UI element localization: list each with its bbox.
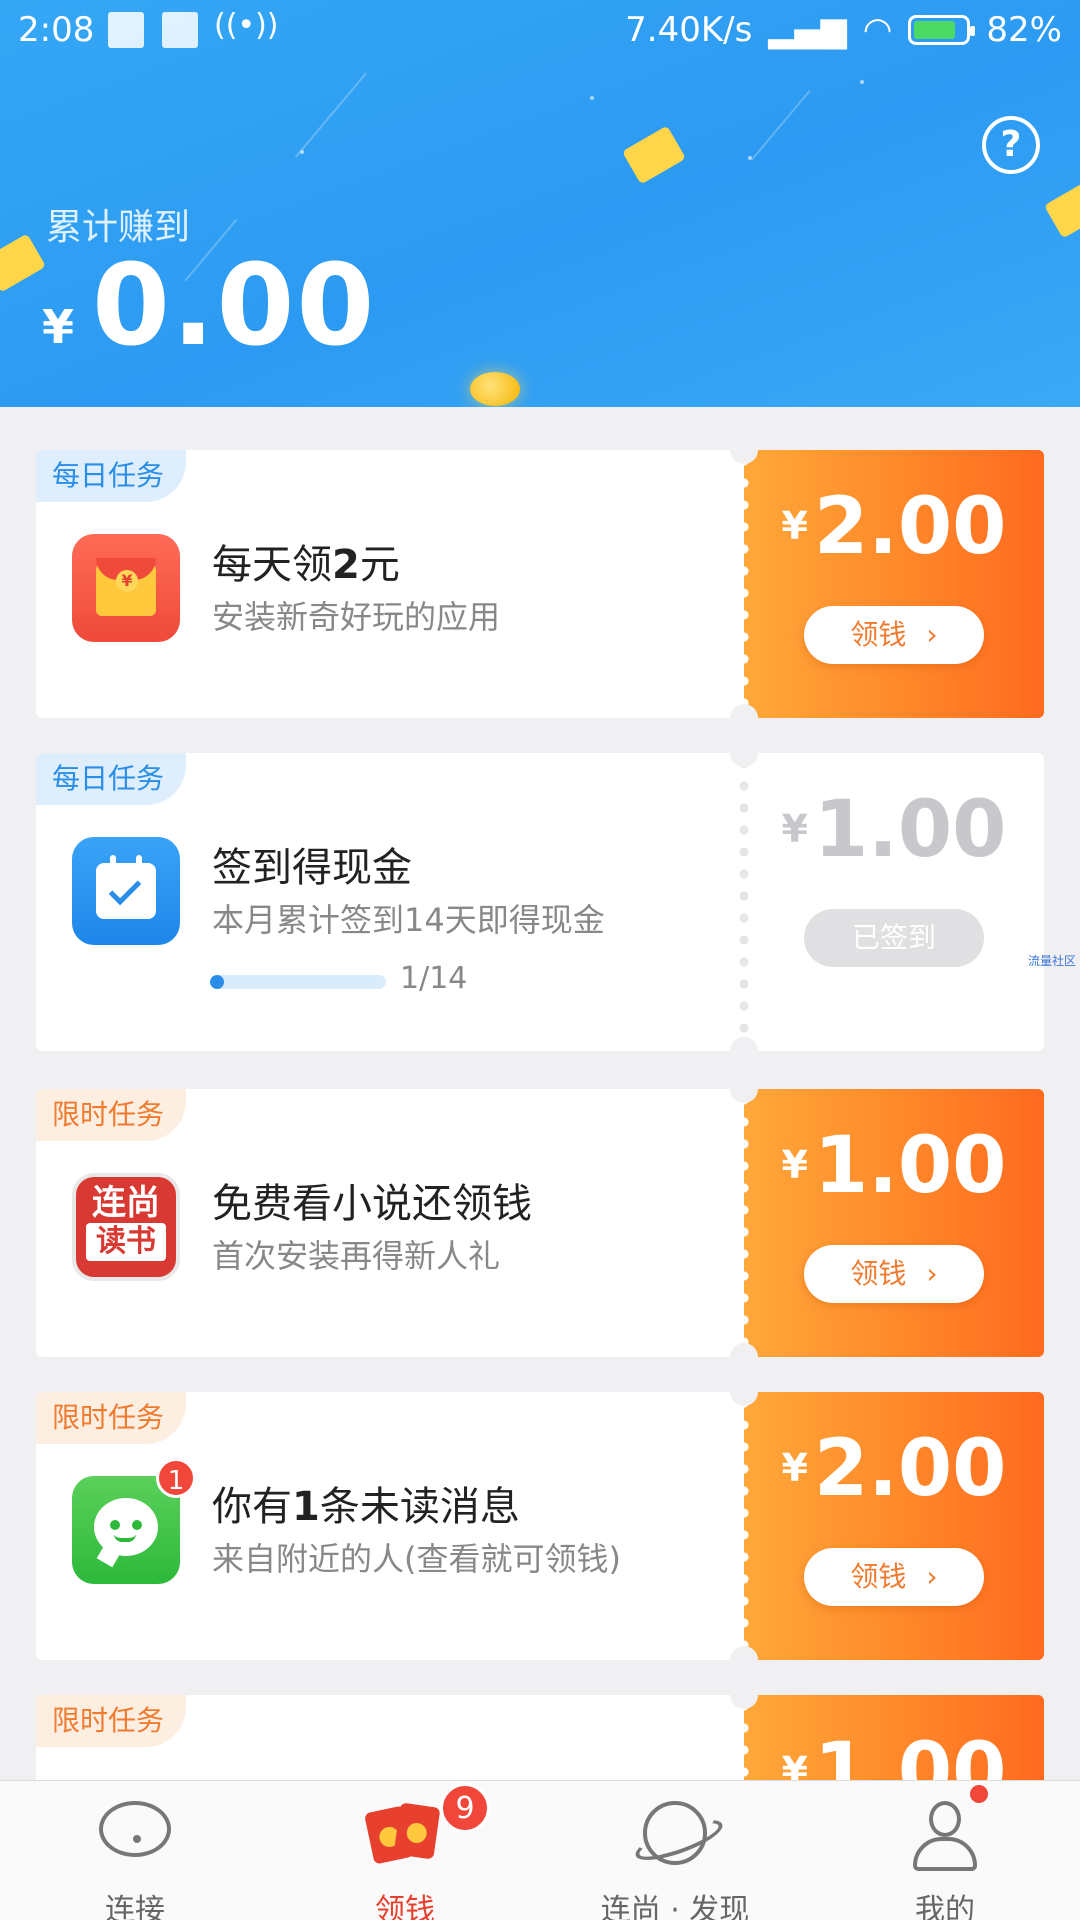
- notification-dot: [970, 1785, 988, 1803]
- wifi-status-icon: ◠: [862, 10, 893, 50]
- nav-label: 连尚 · 发现: [600, 1893, 750, 1920]
- unread-badge: 1: [156, 1458, 196, 1498]
- task-tag: 每日任务: [36, 450, 187, 502]
- nav-connect[interactable]: 连接: [0, 1781, 270, 1920]
- network-speed: 7.40K/s: [625, 10, 753, 50]
- nav-badge: 9: [440, 1783, 490, 1833]
- task-title: 签到得现金: [212, 845, 412, 891]
- reward-panel: ¥1.00: [738, 1695, 1044, 1780]
- reward-amount: ¥2.00: [781, 1424, 1007, 1514]
- task-card-partial[interactable]: 限时任务 ¥1.00: [36, 1695, 1044, 1780]
- task-title: 每天领2元: [212, 542, 400, 588]
- task-tag: 每日任务: [36, 753, 187, 805]
- calendar-check-icon: [72, 837, 180, 945]
- reward-panel: ¥2.00 领钱 ›: [738, 1392, 1044, 1660]
- task-subtitle: 首次安装再得新人礼: [212, 1237, 501, 1275]
- reward-amount: ¥1.00: [781, 785, 1007, 875]
- task-card-checkin[interactable]: 每日任务 签到得现金 本月累计签到14天即得现金 1/14 ¥1.00 已签到: [36, 753, 1044, 1051]
- reward-amount: ¥1.00: [781, 1121, 1007, 1211]
- wifi-icon: [99, 1801, 171, 1857]
- money-bill-icon: [1043, 179, 1080, 239]
- task-subtitle: 来自附近的人(查看就可领钱): [212, 1540, 621, 1578]
- nav-label: 领钱: [375, 1893, 435, 1920]
- task-tag: 限时任务: [36, 1695, 187, 1747]
- checked-in-button[interactable]: 已签到: [804, 909, 984, 967]
- battery-icon: [908, 15, 976, 45]
- bottom-nav: 连接 9 领钱 连尚 · 发现 我的: [0, 1780, 1080, 1920]
- task-tag: 限时任务: [36, 1392, 187, 1444]
- claim-button[interactable]: 领钱 ›: [804, 1245, 984, 1303]
- coin-icon: [470, 372, 520, 406]
- question-circle-icon: ?: [1000, 124, 1022, 165]
- chevron-right-icon: ›: [926, 618, 938, 651]
- earn-amount: 0.00: [92, 241, 377, 371]
- red-packet-icon: ¥: [72, 534, 180, 642]
- reading-app-icon: 连尚 读书: [72, 1173, 180, 1281]
- reward-amount: ¥1.00: [781, 1727, 1007, 1780]
- signal-icon: ▂▄▆: [768, 10, 847, 50]
- task-tag: 限时任务: [36, 1089, 187, 1141]
- money-bill-icon: [621, 125, 687, 185]
- money-bill-icon: [0, 233, 47, 293]
- nav-me[interactable]: 我的: [810, 1781, 1080, 1920]
- nav-label: 连接: [105, 1893, 165, 1920]
- watermark: 流量社区: [1028, 954, 1077, 968]
- help-button[interactable]: ?: [982, 116, 1040, 174]
- hotspot-icon: ((•)): [214, 8, 279, 43]
- checkin-progress-bar: [210, 975, 386, 989]
- chevron-right-icon: ›: [926, 1560, 938, 1593]
- person-icon: [913, 1801, 977, 1873]
- app-notification-icon: [162, 12, 198, 48]
- reward-panel: ¥1.00 领钱 ›: [738, 1089, 1044, 1357]
- task-subtitle: 本月累计签到14天即得现金: [212, 901, 605, 939]
- nav-label: 我的: [915, 1893, 975, 1920]
- claim-button[interactable]: 领钱 ›: [804, 1548, 984, 1606]
- battery-percent: 82%: [986, 10, 1062, 50]
- task-subtitle: 安装新奇好玩的应用: [212, 598, 501, 636]
- claim-button[interactable]: 领钱 ›: [804, 606, 984, 664]
- header-banner: 2:08 ((•)) 7.40K/s ▂▄▆ ◠ 82% ? 累计赚到 ¥ 0.…: [0, 0, 1080, 407]
- gallery-notification-icon: [108, 12, 144, 48]
- reward-panel: ¥1.00 已签到: [738, 753, 1044, 1051]
- task-card-novel[interactable]: 限时任务 连尚 读书 免费看小说还领钱 首次安装再得新人礼 ¥1.00 领钱 ›: [36, 1089, 1044, 1357]
- red-packet-icon: [364, 1801, 445, 1865]
- status-time: 2:08: [18, 10, 95, 50]
- task-card-message[interactable]: 限时任务 1 你有1条未读消息 来自附近的人(查看就可领钱) ¥2.00 领钱 ›: [36, 1392, 1044, 1660]
- earn-currency: ¥: [42, 300, 75, 354]
- status-bar: 2:08 ((•)) 7.40K/s ▂▄▆ ◠ 82%: [0, 0, 1080, 60]
- task-title: 免费看小说还领钱: [212, 1181, 532, 1227]
- nav-earn[interactable]: 9 领钱: [270, 1781, 540, 1920]
- chevron-right-icon: ›: [926, 1257, 938, 1290]
- checkin-progress-text: 1/14: [400, 961, 468, 996]
- reward-amount: ¥2.00: [781, 482, 1007, 572]
- reward-panel: ¥2.00 领钱 ›: [738, 450, 1044, 718]
- nav-discover[interactable]: 连尚 · 发现: [540, 1781, 810, 1920]
- task-card-daily-2yuan[interactable]: 每日任务 ¥ 每天领2元 安装新奇好玩的应用 ¥2.00 领钱 ›: [36, 450, 1044, 718]
- task-title: 你有1条未读消息: [212, 1484, 520, 1530]
- planet-icon: [631, 1801, 727, 1868]
